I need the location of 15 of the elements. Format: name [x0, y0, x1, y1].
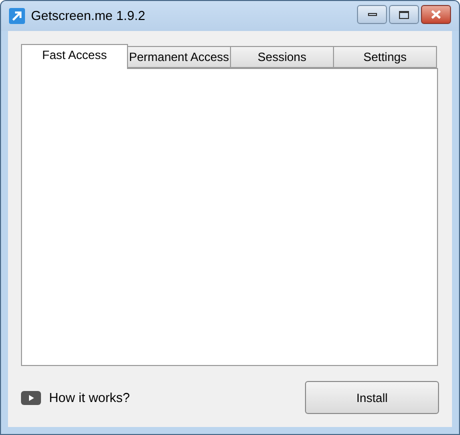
- minimize-icon: [368, 13, 376, 16]
- close-button[interactable]: [421, 5, 451, 24]
- arrow-logo-icon: [9, 8, 25, 24]
- how-it-works-link[interactable]: How it works?: [21, 388, 130, 408]
- install-button[interactable]: Install: [305, 381, 439, 414]
- maximize-icon: [399, 10, 409, 18]
- tab[interactable]: Sessions: [231, 46, 334, 68]
- close-icon: [431, 10, 441, 19]
- tab[interactable]: Permanent Access: [128, 46, 231, 68]
- window-title: Getscreen.me 1.9.2: [31, 7, 146, 26]
- video-play-icon: [21, 390, 41, 404]
- minimize-button[interactable]: [357, 5, 387, 24]
- maximize-button[interactable]: [389, 5, 419, 24]
- tab[interactable]: Settings: [334, 46, 437, 68]
- tab[interactable]: Fast Access: [21, 44, 128, 69]
